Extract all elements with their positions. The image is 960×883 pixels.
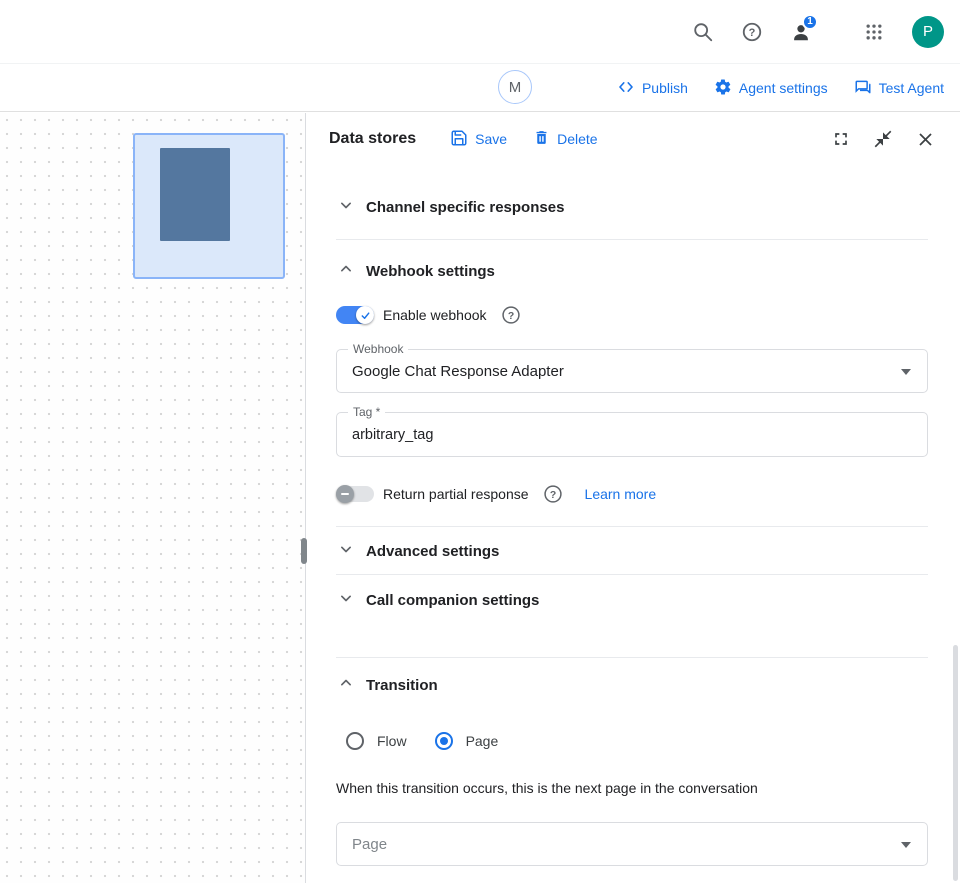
dropdown-caret-icon <box>901 842 911 848</box>
tag-field-label: Tag * <box>348 405 385 419</box>
section-title: Webhook settings <box>366 263 495 280</box>
section-webhook-settings[interactable]: Webhook settings <box>336 247 928 295</box>
save-label: Save <box>475 131 507 147</box>
delete-label: Delete <box>557 131 597 147</box>
help-icon[interactable]: ? <box>732 12 772 52</box>
page-select-placeholder: Page <box>352 836 387 853</box>
transition-description: When this transition occurs, this is the… <box>336 778 928 798</box>
divider <box>336 574 928 575</box>
section-call-companion-settings[interactable]: Call companion settings <box>336 576 928 624</box>
publish-label: Publish <box>642 80 688 96</box>
partial-response-toggle[interactable] <box>336 485 374 503</box>
chevron-up-icon <box>336 673 356 698</box>
webhook-select[interactable]: Webhook Google Chat Response Adapter <box>336 349 928 393</box>
radio-unchecked-icon <box>346 732 364 750</box>
notifications-icon[interactable]: 1 <box>781 12 821 52</box>
learn-more-link[interactable]: Learn more <box>585 486 657 502</box>
test-agent-button[interactable]: Test Agent <box>854 78 944 99</box>
help-circle-icon[interactable]: ? <box>501 305 521 325</box>
chevron-up-icon <box>336 259 356 284</box>
page-radio[interactable]: Page <box>435 732 499 750</box>
enable-webhook-label: Enable webhook <box>383 307 487 323</box>
tag-field[interactable]: Tag * <box>336 412 928 457</box>
save-button[interactable]: Save <box>450 129 507 150</box>
divider <box>336 526 928 527</box>
selected-flow-node[interactable] <box>133 133 285 279</box>
agent-settings-button[interactable]: Agent settings <box>714 78 828 99</box>
section-channel-responses[interactable]: Channel specific responses <box>336 183 928 231</box>
page-radio-label: Page <box>466 733 499 749</box>
notification-badge: 1 <box>802 14 818 30</box>
transition-target-radio-group: Flow Page <box>336 721 928 761</box>
agent-toolbar: M Publish Agent settings Test Agent <box>0 64 960 112</box>
topbar-actions: ? 1 P <box>683 12 944 52</box>
chevron-down-icon <box>336 588 356 613</box>
toggle-thumb <box>336 485 354 503</box>
save-icon <box>450 129 468 150</box>
panel-window-controls <box>828 126 938 152</box>
panel-content: Channel specific responses Webhook setti… <box>307 165 960 883</box>
divider <box>336 657 928 658</box>
close-icon[interactable] <box>912 126 938 152</box>
delete-button[interactable]: Delete <box>533 129 597 149</box>
section-transition[interactable]: Transition <box>336 659 928 711</box>
agent-avatar-letter: M <box>509 79 522 96</box>
section-title: Advanced settings <box>366 543 499 560</box>
panel-resize-handle[interactable] <box>301 538 307 564</box>
fullscreen-icon[interactable] <box>828 126 854 152</box>
dialogflow-page: ? 1 P M Publish <box>0 0 960 883</box>
chat-icon <box>854 78 872 99</box>
page-select[interactable]: Page <box>336 822 928 866</box>
help-circle-icon[interactable]: ? <box>543 484 563 504</box>
publish-button[interactable]: Publish <box>617 78 688 99</box>
data-stores-panel: Data stores Save Delete <box>307 113 960 883</box>
topbar: ? 1 P <box>0 0 960 64</box>
test-agent-label: Test Agent <box>879 80 944 96</box>
flow-radio-label: Flow <box>377 733 407 749</box>
svg-text:?: ? <box>507 311 513 322</box>
chevron-down-icon <box>336 539 356 564</box>
vertical-scrollbar[interactable] <box>953 645 958 881</box>
enable-webhook-row: Enable webhook ? <box>336 295 928 335</box>
panel-header: Data stores Save Delete <box>307 113 960 165</box>
enable-webhook-toggle[interactable] <box>336 306 374 324</box>
panel-title: Data stores <box>329 130 416 148</box>
dash-icon <box>341 493 349 495</box>
svg-text:?: ? <box>749 27 756 39</box>
agent-settings-label: Agent settings <box>739 80 828 96</box>
flow-radio[interactable]: Flow <box>346 732 407 750</box>
section-title: Transition <box>366 677 438 694</box>
code-icon <box>617 78 635 99</box>
partial-response-label: Return partial response <box>383 486 529 502</box>
trash-icon <box>533 129 550 149</box>
section-advanced-settings[interactable]: Advanced settings <box>336 528 928 574</box>
account-avatar[interactable]: P <box>912 16 944 48</box>
apps-grid-icon[interactable] <box>854 12 894 52</box>
toggle-thumb <box>356 306 374 324</box>
section-title: Call companion settings <box>366 592 539 609</box>
chevron-down-icon <box>336 195 356 220</box>
dropdown-caret-icon <box>901 369 911 375</box>
node-preview-block <box>160 148 230 241</box>
section-title: Channel specific responses <box>366 199 564 216</box>
divider <box>336 239 928 240</box>
partial-response-row: Return partial response ? Learn more <box>336 473 928 515</box>
gear-icon <box>714 78 732 99</box>
exit-fullscreen-icon[interactable] <box>870 126 896 152</box>
account-avatar-letter: P <box>923 23 933 40</box>
search-icon[interactable] <box>683 12 723 52</box>
flow-canvas[interactable] <box>0 113 306 883</box>
svg-text:?: ? <box>549 490 555 501</box>
agent-avatar[interactable]: M <box>498 70 532 104</box>
tag-input[interactable] <box>352 427 887 443</box>
webhook-select-label: Webhook <box>348 342 408 356</box>
radio-checked-icon <box>435 732 453 750</box>
toolbar-actions: Publish Agent settings Test Agent <box>617 64 944 112</box>
webhook-select-value: Google Chat Response Adapter <box>352 363 564 380</box>
